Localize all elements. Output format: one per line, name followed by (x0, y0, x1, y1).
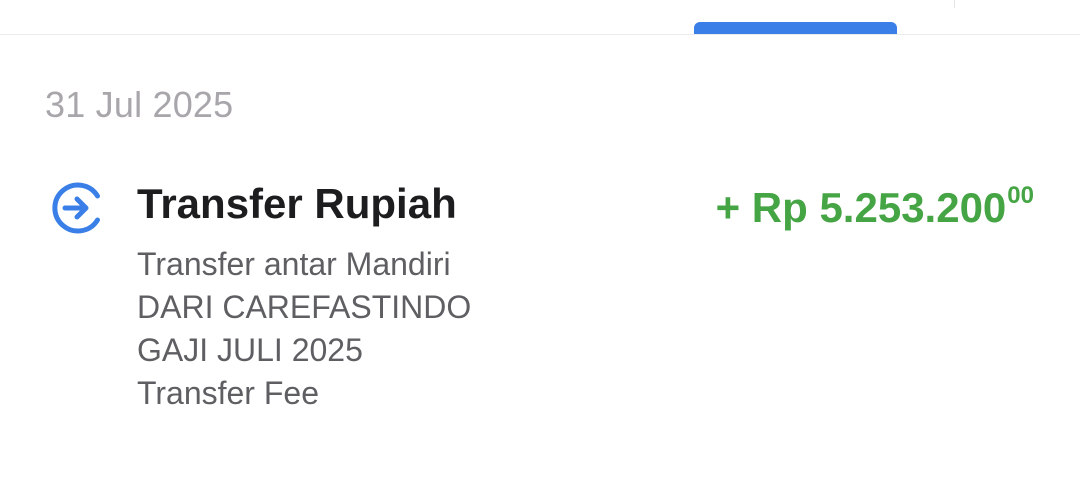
transaction-amount: + Rp 5.253.20000 (716, 182, 1034, 232)
transaction-item[interactable]: Transfer Rupiah Transfer antar Mandiri D… (0, 160, 1080, 420)
transaction-description: Transfer antar Mandiri DARI CAREFASTINDO… (137, 243, 471, 415)
active-tab-indicator (694, 22, 897, 34)
transaction-title: Transfer Rupiah (137, 180, 457, 227)
amount-main: + Rp 5.253.200 (715, 184, 1007, 231)
amount-cents: 00 (1007, 182, 1034, 209)
top-tab-bar (0, 0, 1080, 35)
description-line: Transfer Fee (137, 375, 319, 411)
description-line: DARI CAREFASTINDO (137, 289, 472, 325)
description-line: GAJI JULI 2025 (137, 332, 363, 368)
date-header: 31 Jul 2025 (45, 84, 234, 125)
description-line: Transfer antar Mandiri (137, 246, 451, 282)
transfer-in-icon (50, 179, 108, 237)
tab-divider (954, 0, 955, 8)
